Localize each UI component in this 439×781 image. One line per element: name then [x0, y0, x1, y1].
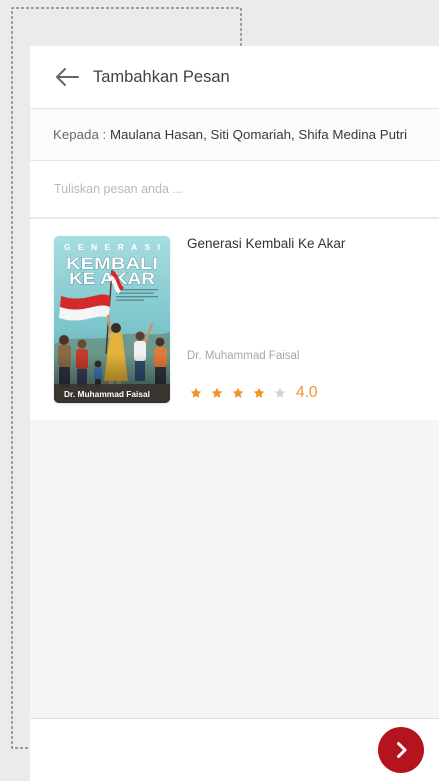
arrow-left-icon [56, 68, 79, 86]
recipients-label: Kepada : [53, 127, 107, 142]
rating-value: 4.0 [296, 384, 318, 401]
recipients-row: Kepada : Maulana Hasan, Siti Qomariah, S… [30, 109, 439, 161]
add-message-screen: Tambahkan Pesan Kepada : Maulana Hasan, … [30, 46, 439, 781]
page-title: Tambahkan Pesan [93, 68, 230, 86]
book-title: Generasi Kembali Ke Akar [187, 236, 346, 251]
cover-author: Dr. Muhammad Faisal [64, 389, 150, 399]
star-icon [232, 387, 244, 398]
star-rating [190, 387, 286, 399]
star-icon [274, 387, 286, 398]
book-cover-art: GENERASI KEMBALI KE AKAR Dr. Muhammad Fa… [54, 236, 170, 403]
app-header: Tambahkan Pesan [30, 46, 439, 109]
book-rating: 4.0 [190, 384, 318, 402]
next-button[interactable] [378, 727, 424, 773]
back-button[interactable] [54, 66, 80, 88]
star-icon [211, 387, 223, 398]
recipients-names: Maulana Hasan, Siti Qomariah, Shifa Medi… [109, 127, 408, 142]
message-row [30, 161, 439, 219]
book-card[interactable]: GENERASI KEMBALI KE AKAR Dr. Muhammad Fa… [30, 219, 439, 420]
book-cover: GENERASI KEMBALI KE AKAR Dr. Muhammad Fa… [54, 236, 170, 403]
star-icon [253, 387, 265, 398]
footer-bar [30, 718, 439, 781]
star-icon [190, 387, 202, 398]
chevron-right-icon [397, 742, 407, 758]
book-author: Dr. Muhammad Faisal [187, 350, 300, 362]
message-input[interactable] [54, 175, 424, 203]
